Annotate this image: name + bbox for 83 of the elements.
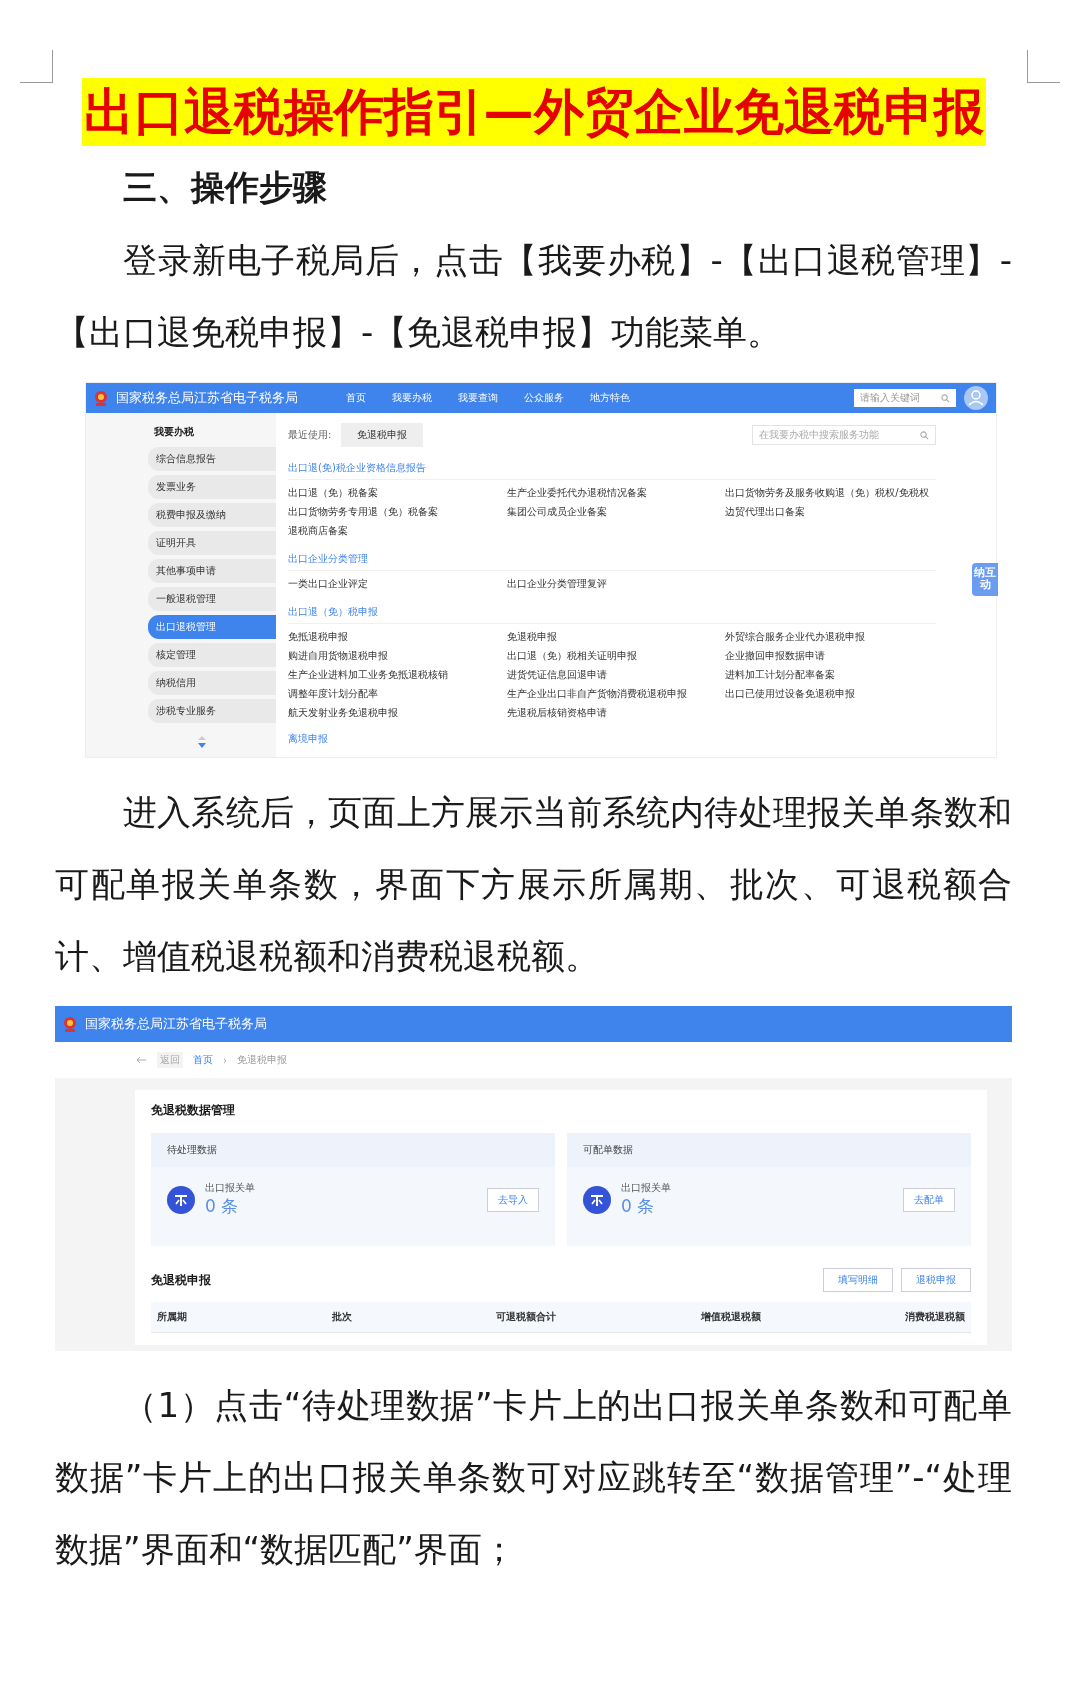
breadcrumb-item[interactable]: 首页 [193,1053,213,1068]
nav-link[interactable]: 首页 [346,391,366,406]
sidebar-item[interactable]: 纳税信用 [148,671,276,696]
paragraph: （1）点击“待处理数据”卡片上的出口报关单条数和可配单数据”卡片上的出口报关单条数可对应跳转至“数据管理”-“处理数据”界面和“数据匹配”界面； [55,1384,1012,1572]
breadcrumb-item: 免退税申报 [237,1053,287,1068]
action-button[interactable]: 填写明细 [823,1268,893,1293]
paragraph: 进入系统后，页面上方展示当前系统内待处理报关单条数和可配单报关单条数，界面下方展示所属期、批次、可退税额合计、增值税退税额和消费税退税额。 [55,791,1012,979]
panel-title: 免退税申报 [151,1271,211,1289]
section-link[interactable]: 出口企业分类管理 [288,552,936,572]
menu-item[interactable]: 出口退（免）税相关证明申报 [506,649,718,664]
nav-link[interactable]: 我要查询 [458,391,498,406]
sidebar-item[interactable]: 核定管理 [148,643,276,668]
back-arrow-icon[interactable] [135,1056,147,1065]
menu-item[interactable]: 进货凭证信息回退申请 [506,668,718,683]
recent-label: 最近使用: [288,428,332,443]
column-header: 消费税退税额 [905,1310,965,1325]
section-link[interactable]: 离境申报 [288,732,328,747]
crop-mark [1027,50,1060,83]
search-icon [920,430,929,440]
column-header: 所属期 [157,1310,187,1325]
menu-item[interactable]: 进料加工计划分配率备案 [725,668,936,683]
sidebar-item[interactable]: 出口退税管理 [148,615,276,640]
action-button[interactable]: 退税申报 [901,1268,971,1293]
sidebar-item[interactable]: 涉税专业服务 [148,699,276,724]
menu-item[interactable]: 外贸综合服务企业代办退税申报 [725,630,936,645]
menu-item[interactable]: 边贸代理出口备案 [725,505,936,520]
column-header: 批次 [331,1310,352,1325]
document-icon [167,1185,195,1214]
section-link[interactable]: 出口退（免）税申报 [288,605,936,625]
card-title: 待处理数据 [151,1133,555,1168]
nav-link[interactable]: 我要办税 [392,391,432,406]
menu-item[interactable]: 购进自用货物退税申报 [288,649,499,664]
document-title: 出口退税操作指引—外贸企业免退税申报 [81,78,986,146]
record-count: 0 条 [205,1195,240,1219]
sidebar-item[interactable]: 综合信息报告 [148,447,276,472]
paragraph: 登录新电子税局后，点击【我要办税】-【出口退税管理】-【出口退免税申报】-【免退税申报】功能菜单。 [55,239,1012,355]
search-icon [941,393,950,403]
nav-link[interactable]: 公众服务 [524,391,564,406]
record-count: 0 条 [621,1195,656,1219]
site-title: 国家税务总局江苏省电子税务局 [85,1015,267,1034]
column-header: 增值税退税额 [700,1310,761,1325]
menu-item[interactable]: 生产企业进料加工业务免抵退税核销 [288,668,499,683]
menu-item[interactable]: 出口货物劳务专用退（免）税备案 [288,505,499,520]
sidebar-item[interactable]: 其他事项申请 [148,559,276,584]
menu-item[interactable]: 集团公司成员企业备案 [506,505,718,520]
menu-item[interactable]: 一类出口企业评定 [288,577,499,592]
nav-link[interactable]: 地方特色 [590,391,630,406]
sidebar-title: 我要办税 [153,425,195,440]
sidebar-item[interactable]: 税费申报及缴纳 [148,503,276,528]
document-icon [583,1185,611,1214]
column-header: 可退税额合计 [496,1310,556,1325]
menu-item[interactable]: 生产企业出口非自产货物消费税退税申报 [506,687,718,702]
crop-mark [20,50,53,83]
emblem-icon [94,390,108,407]
sidebar-item[interactable]: 一般退税管理 [148,587,276,612]
menu-item[interactable]: 退税商店备案 [288,524,499,539]
scroll-arrows-icon[interactable] [196,735,208,750]
card-button[interactable]: 去导入 [487,1187,539,1212]
menu-item[interactable]: 免抵退税申报 [288,630,499,645]
menu-item[interactable]: 调整年度计划分配率 [288,687,499,702]
section-link[interactable]: 出口退(免)税企业资格信息报告 [288,461,936,481]
card-button[interactable]: 去配单 [903,1187,955,1212]
card-title: 可配单数据 [567,1133,971,1168]
menu-item[interactable]: 生产企业委托代办退税情况备案 [506,486,718,501]
avatar-icon[interactable] [964,386,988,411]
menu-item[interactable]: 出口已使用过设备免退税申报 [725,687,936,702]
menu-item[interactable]: 航天发射业务免退税申报 [288,706,499,721]
sidebar-item[interactable]: 发票业务 [148,475,276,500]
panel-title: 免退税数据管理 [151,1102,236,1120]
emblem-icon [63,1016,77,1033]
menu-item[interactable]: 出口企业分类管理复评 [506,577,718,592]
site-title: 国家税务总局江苏省电子税务局 [116,389,298,408]
card-label: 出口报关单 [621,1181,671,1196]
sidebar-item[interactable]: 证明开具 [148,531,276,556]
menu-item[interactable]: 免退税申报 [506,630,718,645]
menu-item[interactable]: 出口退（免）税备案 [288,486,499,501]
breadcrumb-separator: › [223,1054,227,1066]
menu-item[interactable]: 出口货物劳务及服务收购退（免）税权/免税权 [725,486,936,501]
card-label: 出口报关单 [205,1181,255,1196]
menu-item[interactable]: 先退税后核销资格申请 [506,706,718,721]
menu-item[interactable]: 企业撤回申报数据申请 [725,649,936,664]
recent-item[interactable]: 免退税申报 [341,423,424,448]
section-heading: 三、操作步骤 [123,166,328,209]
